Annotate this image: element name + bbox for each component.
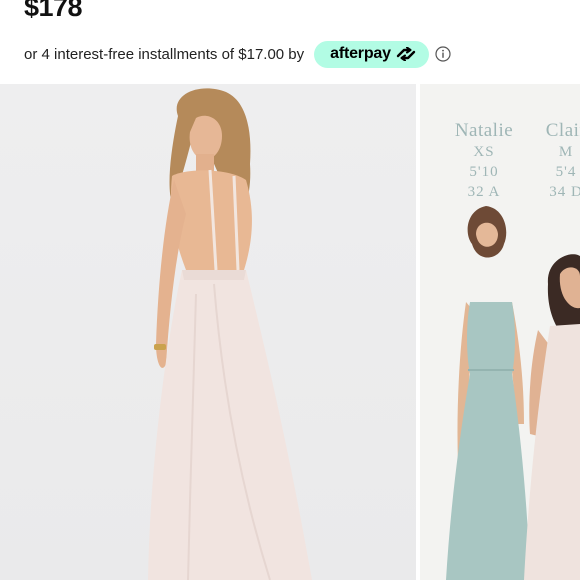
product-image-secondary[interactable]: Natalie XS 5'10 32 A Clair M 5'4 34 D — [420, 84, 580, 580]
afterpay-arrows-icon — [396, 47, 416, 61]
installment-text: or 4 interest-free installments of $17.0… — [24, 45, 305, 63]
product-image-main[interactable] — [0, 84, 416, 580]
product-price: $178 — [24, 0, 83, 22]
product-gallery: Natalie XS 5'10 32 A Clair M 5'4 34 D — [0, 84, 580, 580]
afterpay-brand-label: afterpay — [330, 45, 391, 62]
info-icon[interactable] — [435, 46, 451, 62]
models-front-view-illustration — [446, 206, 580, 580]
afterpay-badge[interactable]: afterpay — [314, 40, 429, 68]
afterpay-installments: or 4 interest-free installments of $17.0… — [24, 40, 451, 68]
model-back-view-illustration — [148, 88, 312, 580]
